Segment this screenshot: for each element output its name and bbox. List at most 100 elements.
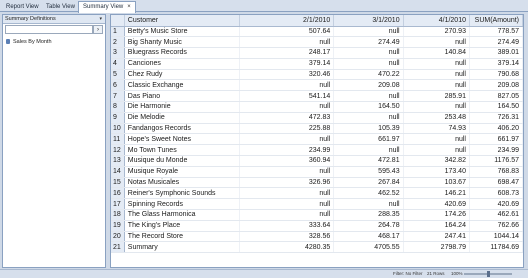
sum-amount-cell[interactable]: 209.08 [469,79,523,92]
value-cell-4-1-2010[interactable]: 164.24 [403,220,470,232]
search-button[interactable]: › [93,25,103,34]
value-cell-2-1-2010[interactable]: 472.83 [239,112,335,124]
value-cell-2-1-2010[interactable]: 333.64 [239,220,335,232]
customer-cell[interactable]: Die Melodie [124,112,241,124]
row-number-cell[interactable]: 17 [111,198,125,211]
customer-cell[interactable]: Die Harmonie [124,101,241,113]
value-cell-2-1-2010[interactable]: 248.17 [239,47,335,59]
table-row[interactable]: 2 Big Shanty Music null 274.49 null 274.49 [111,36,523,49]
row-number-cell[interactable]: 21 [111,241,125,254]
value-cell-4-1-2010[interactable]: 174.26 [403,209,470,221]
column-header-3-1-2010[interactable]: 3/1/2010 [333,15,404,27]
value-cell-2-1-2010[interactable]: 320.46 [239,69,335,81]
row-number-cell[interactable]: 14 [111,166,125,178]
value-cell-4-1-2010[interactable]: 420.69 [403,198,470,211]
sum-amount-cell[interactable]: 726.31 [469,112,523,124]
sum-amount-cell[interactable]: 462.61 [469,209,523,221]
customer-cell[interactable]: Spinning Records [124,198,241,211]
value-cell-3-1-2010[interactable]: 468.17 [333,231,404,243]
sum-amount-cell[interactable]: 389.01 [469,47,523,59]
value-cell-4-1-2010[interactable]: 146.21 [403,187,470,200]
table-row[interactable]: 16 Reiner's Symphonic Sounds null 462.52 146… [111,187,523,200]
corner-header[interactable] [111,15,125,27]
zoom-slider[interactable] [464,271,512,277]
value-cell-4-1-2010[interactable]: 270.93 [403,26,470,38]
table-row[interactable]: 10 Fandangos Records 225.88 105.39 74.93 406.… [111,123,523,135]
value-cell-2-1-2010[interactable]: null [239,187,335,200]
value-cell-2-1-2010[interactable]: 360.94 [239,155,335,167]
sum-amount-cell[interactable]: 768.83 [469,166,523,178]
customer-cell[interactable]: The King's Place [124,220,241,232]
row-number-cell[interactable]: 12 [111,144,125,157]
row-number-cell[interactable]: 1 [111,26,125,38]
value-cell-3-1-2010[interactable]: 595.43 [333,166,404,178]
table-row[interactable]: 4 Canciones 379.14 null null 379.14 [111,58,523,70]
column-header-sum-amount[interactable]: SUM(Amount) [469,15,523,27]
row-number-cell[interactable]: 3 [111,47,125,59]
sum-amount-cell[interactable]: 790.68 [469,69,523,81]
sum-amount-cell[interactable]: 420.69 [469,198,523,211]
row-number-cell[interactable]: 16 [111,187,125,200]
value-cell-4-1-2010[interactable]: null [403,58,470,70]
sum-amount-cell[interactable]: 234.99 [469,144,523,157]
table-row[interactable]: 5 Chez Rudy 320.46 470.22 null 790.68 [111,69,523,81]
value-cell-3-1-2010[interactable]: 209.08 [333,79,404,92]
value-cell-2-1-2010[interactable]: null [239,166,335,178]
value-cell-3-1-2010[interactable]: 472.81 [333,155,404,167]
sum-amount-cell[interactable]: 762.66 [469,220,523,232]
value-cell-3-1-2010[interactable]: 661.97 [333,133,404,146]
sum-amount-cell[interactable]: 406.20 [469,123,523,135]
value-cell-3-1-2010[interactable]: null [333,90,404,103]
value-cell-4-1-2010[interactable]: null [403,69,470,81]
tab-table-view[interactable]: Table View [42,2,79,12]
table-row[interactable]: 17 Spinning Records null null 420.69 420.69 [111,198,523,211]
table-row[interactable]: 15 Notas Musicales 326.96 267.84 103.67 698.4… [111,177,523,189]
zoom-slider-handle[interactable] [486,271,490,277]
customer-cell[interactable]: Mo Town Tunes [124,144,241,157]
value-cell-4-1-2010[interactable]: null [403,144,470,157]
value-cell-4-1-2010[interactable]: 247.41 [403,231,470,243]
value-cell-4-1-2010[interactable]: null [403,79,470,92]
row-number-cell[interactable]: 15 [111,177,125,189]
row-number-cell[interactable]: 5 [111,69,125,81]
column-header-2-1-2010[interactable]: 2/1/2010 [239,15,335,27]
sum-amount-cell[interactable]: 698.47 [469,177,523,189]
customer-cell[interactable]: Canciones [124,58,241,70]
customer-cell[interactable]: Das Piano [124,90,241,103]
row-number-cell[interactable]: 2 [111,36,125,49]
value-cell-2-1-2010[interactable]: 225.88 [239,123,335,135]
table-row[interactable]: 14 Musique Royale null 595.43 173.40 768.83 [111,166,523,178]
table-row[interactable]: 20 The Record Store 328.56 468.17 247.41 1044… [111,231,523,243]
list-item-sales-by-month[interactable]: Sales By Month [3,38,105,47]
value-cell-4-1-2010[interactable]: null [403,101,470,113]
value-cell-3-1-2010[interactable]: 164.50 [333,101,404,113]
value-cell-3-1-2010[interactable]: 462.52 [333,187,404,200]
table-row[interactable]: 1 Betty's Music Store 507.64 null 270.93 778.… [111,26,523,38]
value-cell-2-1-2010[interactable]: 326.96 [239,177,335,189]
row-number-cell[interactable]: 18 [111,209,125,221]
customer-cell[interactable]: Betty's Music Store [124,26,241,38]
table-row[interactable]: 19 The King's Place 333.64 264.78 164.24 762.… [111,220,523,232]
table-row[interactable]: 11 Hope's Sweet Notes null 661.97 null 661.97 [111,133,523,146]
value-cell-2-1-2010[interactable]: 541.14 [239,90,335,103]
value-cell-2-1-2010[interactable]: null [239,79,335,92]
value-cell-2-1-2010[interactable]: null [239,101,335,113]
value-cell-4-1-2010[interactable]: 103.67 [403,177,470,189]
table-row[interactable]: 8 Die Harmonie null 164.50 null 164.50 [111,101,523,113]
value-cell-3-1-2010[interactable]: null [333,198,404,211]
value-cell-2-1-2010[interactable]: 328.56 [239,231,335,243]
customer-cell[interactable]: Notas Musicales [124,177,241,189]
value-cell-4-1-2010[interactable]: 74.93 [403,123,470,135]
customer-cell[interactable]: Musique Royale [124,166,241,178]
row-number-cell[interactable]: 19 [111,220,125,232]
search-input[interactable] [5,25,93,34]
value-cell-3-1-2010[interactable]: null [333,58,404,70]
table-row[interactable]: 13 Musique du Monde 360.94 472.81 342.82 1176… [111,155,523,167]
row-number-cell[interactable]: 13 [111,155,125,167]
row-number-cell[interactable]: 4 [111,58,125,70]
row-number-cell[interactable]: 8 [111,101,125,113]
customer-cell[interactable]: Classic Exchange [124,79,241,92]
table-row[interactable]: 3 Bluegrass Records 248.17 null 140.84 389.01 [111,47,523,59]
table-row[interactable]: 21 Summary 4280.35 4705.55 2798.79 11784.69 [111,241,523,254]
customer-cell[interactable]: Fandangos Records [124,123,241,135]
